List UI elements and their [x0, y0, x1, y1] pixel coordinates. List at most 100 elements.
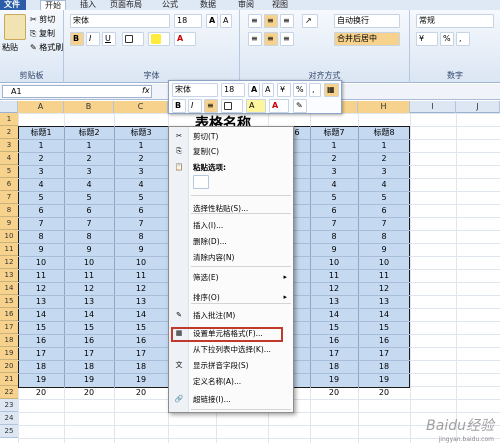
table-cell[interactable]: 7: [310, 217, 358, 230]
menu-item[interactable]: 🔗 超链接(I)...: [169, 392, 293, 407]
row-header[interactable]: 13: [0, 269, 18, 282]
border-button[interactable]: [122, 32, 144, 46]
tab-data[interactable]: 数据: [196, 0, 220, 10]
mini-shrink-button[interactable]: A: [262, 83, 274, 97]
table-cell[interactable]: 5: [18, 191, 64, 204]
table-cell[interactable]: 5: [358, 191, 410, 204]
wrap-text-button[interactable]: 自动换行: [334, 14, 400, 28]
menu-item[interactable]: ⎘ 复制(C): [169, 144, 293, 159]
menu-item[interactable]: ✎ 插入批注(M): [169, 308, 293, 323]
table-cell[interactable]: 1: [358, 139, 410, 152]
orientation-icon[interactable]: ↗: [302, 14, 318, 28]
grow-font-button[interactable]: A: [206, 14, 218, 28]
select-all-corner[interactable]: [0, 101, 18, 113]
table-cell[interactable]: 15: [358, 321, 410, 334]
paste-icon[interactable]: [4, 14, 26, 40]
table-cell[interactable]: 12: [18, 282, 64, 295]
format-painter-button[interactable]: ✎ 格式刷: [30, 42, 63, 53]
table-cell[interactable]: 17: [18, 347, 64, 360]
header-cell[interactable]: 标题8: [358, 126, 410, 139]
table-cell[interactable]: 13: [310, 295, 358, 308]
table-cell[interactable]: 1: [310, 139, 358, 152]
table-cell[interactable]: 7: [358, 217, 410, 230]
table-cell[interactable]: 17: [310, 347, 358, 360]
tab-review[interactable]: 审阅: [234, 0, 258, 10]
row-header[interactable]: 16: [0, 308, 18, 321]
menu-item[interactable]: 清除内容(N): [169, 250, 293, 265]
cut-button[interactable]: ✂ 剪切: [30, 14, 55, 25]
table-cell[interactable]: 20: [358, 386, 410, 399]
table-cell[interactable]: 1: [18, 139, 64, 152]
font-name-select[interactable]: 宋体: [70, 14, 170, 28]
row-header[interactable]: 10: [0, 230, 18, 243]
header-cell[interactable]: 标题3: [114, 126, 168, 139]
table-cell[interactable]: 19: [114, 373, 168, 386]
table-cell[interactable]: 5: [114, 191, 168, 204]
table-cell[interactable]: 18: [310, 360, 358, 373]
tab-home[interactable]: 开始: [40, 0, 66, 10]
column-header[interactable]: A: [18, 101, 64, 113]
table-cell[interactable]: 16: [64, 334, 114, 347]
table-cell[interactable]: 7: [64, 217, 114, 230]
column-header[interactable]: B: [64, 101, 114, 113]
table-cell[interactable]: 4: [114, 178, 168, 191]
align-top-icon[interactable]: ≡: [248, 14, 262, 28]
table-cell[interactable]: 11: [64, 269, 114, 282]
table-cell[interactable]: 10: [310, 256, 358, 269]
row-header[interactable]: 17: [0, 321, 18, 334]
align-right-icon[interactable]: ≡: [280, 32, 294, 46]
row-header[interactable]: 11: [0, 243, 18, 256]
paste-button[interactable]: 粘贴: [2, 42, 18, 53]
table-cell[interactable]: 14: [18, 308, 64, 321]
row-header[interactable]: 15: [0, 295, 18, 308]
table-cell[interactable]: 18: [114, 360, 168, 373]
table-cell[interactable]: 12: [310, 282, 358, 295]
fill-color-button[interactable]: [148, 32, 170, 46]
table-cell[interactable]: 2: [64, 152, 114, 165]
table-cell[interactable]: 19: [310, 373, 358, 386]
table-cell[interactable]: 4: [64, 178, 114, 191]
table-cell[interactable]: 14: [358, 308, 410, 321]
table-cell[interactable]: 16: [114, 334, 168, 347]
table-cell[interactable]: 6: [310, 204, 358, 217]
menu-item[interactable]: ✂ 剪切(T): [169, 129, 293, 144]
table-cell[interactable]: 20: [18, 386, 64, 399]
row-header[interactable]: 5: [0, 165, 18, 178]
column-header[interactable]: H: [358, 101, 410, 113]
header-cell[interactable]: 标题2: [64, 126, 114, 139]
tab-view[interactable]: 视图: [268, 0, 292, 10]
font-size-select[interactable]: 18: [174, 14, 202, 28]
bold-button[interactable]: B: [70, 32, 84, 46]
mini-currency-icon[interactable]: ¥: [277, 83, 291, 97]
table-cell[interactable]: 12: [114, 282, 168, 295]
align-bottom-icon[interactable]: ≡: [280, 14, 294, 28]
row-header[interactable]: 12: [0, 256, 18, 269]
table-cell[interactable]: 6: [64, 204, 114, 217]
mini-bold-button[interactable]: B: [172, 99, 186, 113]
align-middle-icon[interactable]: ≡: [264, 14, 278, 28]
table-cell[interactable]: 8: [358, 230, 410, 243]
paste-option-icon[interactable]: [193, 175, 209, 189]
align-left-icon[interactable]: ≡: [248, 32, 262, 46]
column-header[interactable]: C: [114, 101, 168, 113]
fx-button[interactable]: fx: [142, 86, 150, 95]
row-header[interactable]: 1: [0, 113, 18, 126]
table-cell[interactable]: 18: [64, 360, 114, 373]
menu-item[interactable]: 筛选(E) ▸: [169, 270, 293, 285]
table-cell[interactable]: 3: [358, 165, 410, 178]
mini-fill-button[interactable]: A: [246, 99, 266, 113]
table-cell[interactable]: 3: [114, 165, 168, 178]
table-cell[interactable]: 13: [114, 295, 168, 308]
mini-italic-button[interactable]: I: [188, 99, 202, 113]
menu-item[interactable]: 插入(I)...: [169, 218, 293, 233]
table-cell[interactable]: 10: [64, 256, 114, 269]
table-cell[interactable]: 8: [64, 230, 114, 243]
table-cell[interactable]: 6: [18, 204, 64, 217]
row-header[interactable]: 2: [0, 126, 18, 139]
table-cell[interactable]: 11: [18, 269, 64, 282]
align-center-icon[interactable]: ≡: [264, 32, 278, 46]
table-cell[interactable]: 17: [114, 347, 168, 360]
table-cell[interactable]: 2: [18, 152, 64, 165]
row-header[interactable]: 24: [0, 412, 18, 425]
column-header[interactable]: I: [410, 101, 456, 113]
